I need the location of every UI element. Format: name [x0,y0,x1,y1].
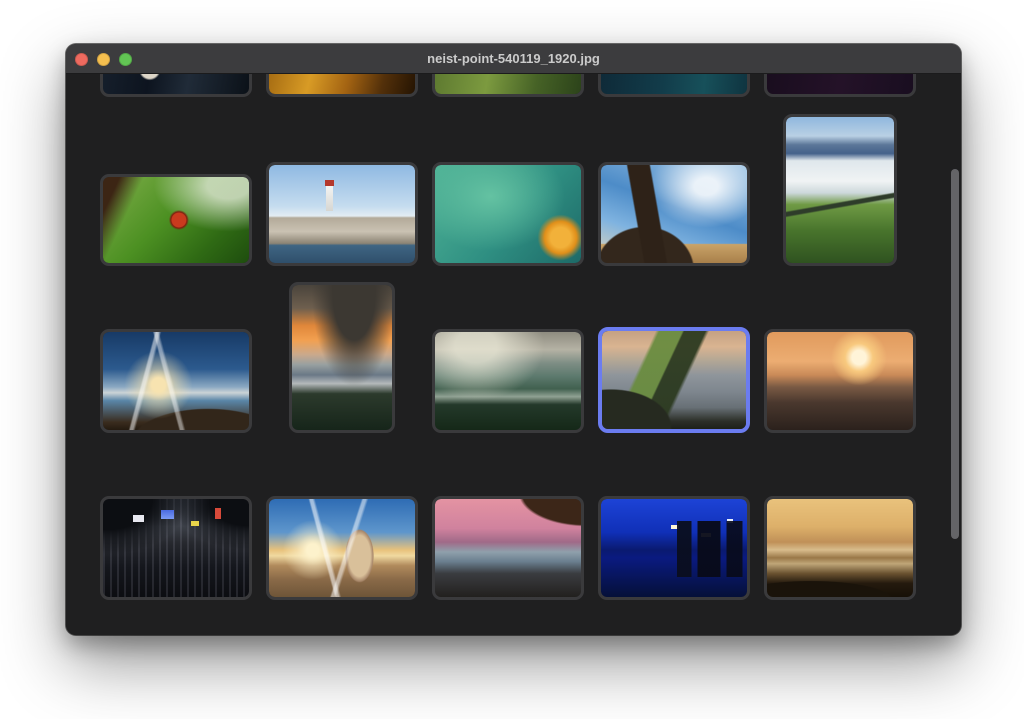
grid-cell [764,74,916,97]
photo-mountain-road [786,117,894,263]
grid-cell [764,114,916,266]
photo-dewy-grass [435,74,581,94]
photo-sunset-valley [292,285,392,430]
photo-teal-flower [435,165,581,263]
thumbnail-ladybug-leaf[interactable] [100,174,252,266]
photo-desert-butte [601,165,747,263]
thumbnail-summit-contrails[interactable] [100,329,252,433]
photo-summit-contrails [103,332,249,430]
thumbnail-skyline-night[interactable] [598,496,750,600]
window-title: neist-point-540119_1920.jpg [427,51,600,66]
thumbnail-pink-cave[interactable] [432,496,584,600]
thumbnail-ocean-waves[interactable] [764,329,916,433]
grid-cell [432,74,584,97]
thumbnail-row [100,74,930,97]
grid-cell [100,174,252,266]
photo-ocean-waves [767,332,913,430]
grid-cell [100,496,252,600]
thumbnail-golden-mist[interactable] [764,496,916,600]
vertical-scrollbar-thumb[interactable] [951,169,959,539]
image-viewer-window: neist-point-540119_1920.jpg [66,44,961,635]
grid-cell [764,329,916,433]
thumbnail-misty-mountains[interactable] [432,329,584,433]
thumbnail-sunset-valley[interactable] [289,282,395,433]
thumbnail-teal-flower[interactable] [432,162,584,266]
minimize-button[interactable] [97,52,110,66]
photo-dashboard-figurine [103,74,249,94]
thumbnail-neist-point[interactable] [598,327,750,433]
titlebar[interactable]: neist-point-540119_1920.jpg [66,44,961,74]
grid-cell [266,74,418,97]
thumbnail-shibuya-crossing[interactable] [100,496,252,600]
photo-skyline-night [601,499,747,597]
grid-cell [100,74,252,97]
thumbnail-desert-butte[interactable] [598,162,750,266]
photo-teal-sea [601,74,747,94]
thumbnail-row [100,106,930,266]
close-button[interactable] [75,52,88,66]
grid-cell [598,74,750,97]
thumbnail-row [100,273,930,433]
photo-misty-mountains [435,332,581,430]
photo-pink-cave [435,499,581,597]
grid-cell [266,162,418,266]
thumbnail-dashboard-figurine[interactable] [100,74,252,97]
grid-cell [598,496,750,600]
thumbnail-purple-flower[interactable] [764,74,916,97]
zoom-button[interactable] [119,52,132,66]
grid-cell [598,327,750,433]
thumbnail-row [100,440,930,600]
thumbnail-dewy-grass[interactable] [432,74,584,97]
thumbnail-mountain-road[interactable] [783,114,897,266]
photo-ladybug-leaf [103,177,249,263]
grid-cell [266,496,418,600]
thumbnail-stone-cairn[interactable] [266,496,418,600]
thumbnail-orange-flowers[interactable] [266,74,418,97]
photo-shibuya-crossing [103,499,249,597]
grid-cell [100,329,252,433]
thumbnail-teal-sea[interactable] [598,74,750,97]
photo-lighthouse-coast [269,165,415,263]
grid-cell [432,162,584,266]
grid-cell [432,329,584,433]
grid-cell [432,496,584,600]
photo-golden-mist [767,499,913,597]
photo-neist-point [602,331,746,429]
photo-stone-cairn [269,499,415,597]
grid-cell [598,162,750,266]
thumbnail-lighthouse-coast[interactable] [266,162,418,266]
grid-cell [266,282,418,433]
traffic-lights [75,44,132,74]
grid-cell [764,496,916,600]
photo-orange-flowers [269,74,415,94]
photo-purple-flower [767,74,913,94]
thumbnail-grid [66,74,961,635]
